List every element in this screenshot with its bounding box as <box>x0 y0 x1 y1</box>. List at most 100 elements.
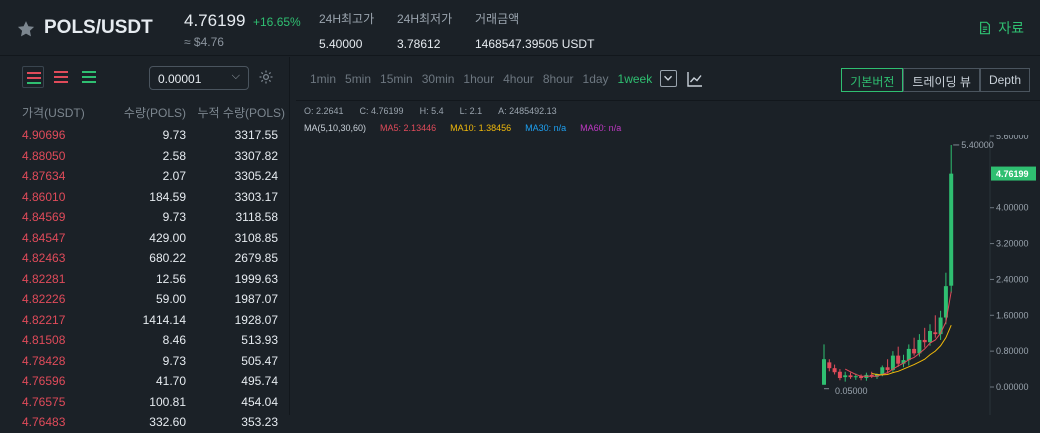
ask-price: 4.82463 <box>22 251 66 265</box>
y-tick-label: 2.40000 <box>996 274 1029 284</box>
stat-volume: 거래금액 1468547.39505 USDT <box>475 10 594 51</box>
gear-icon[interactable] <box>258 69 274 85</box>
interval-tab-1hour[interactable]: 1hour <box>463 72 494 86</box>
ask-price: 4.87634 <box>22 169 66 183</box>
ask-qty: 9.73 <box>162 353 186 368</box>
ask-price: 4.76596 <box>22 374 66 388</box>
ask-price: 4.82217 <box>22 312 66 327</box>
ask-row[interactable]: 4.82463 680.22 2679.85 <box>0 248 290 269</box>
interval-tab-1day[interactable]: 1day <box>583 72 609 86</box>
interval-tab-1week[interactable]: 1week <box>618 72 653 86</box>
candle-body[interactable] <box>917 339 922 354</box>
ask-row[interactable]: 4.81508 8.46 513.93 <box>0 330 290 351</box>
candle-body[interactable] <box>827 362 832 369</box>
star-icon[interactable] <box>16 19 36 39</box>
ask-row[interactable]: 4.86010 184.59 3303.17 <box>0 187 290 208</box>
interval-tab-30min[interactable]: 30min <box>422 72 455 86</box>
ask-qty: 2.07 <box>162 169 186 183</box>
stat-label: 24H최고가 <box>319 12 375 26</box>
order-book-header: 가격(USDT) 수량(POLS) 누적 수량(POLS) <box>0 101 290 121</box>
ask-row[interactable]: 4.76596 41.70 495.74 <box>0 371 290 392</box>
ask-row[interactable]: 4.90696 9.73 3317.55 <box>0 125 290 146</box>
ask-row[interactable]: 4.82281 12.56 1999.63 <box>0 269 290 290</box>
last-price: 4.76199 <box>184 11 246 30</box>
candle-body[interactable] <box>896 355 901 364</box>
candle-body[interactable] <box>949 173 954 286</box>
candle-body[interactable] <box>912 348 917 354</box>
bid-bar <box>82 81 96 83</box>
ask-price: 4.84547 <box>22 230 66 245</box>
candle-body[interactable] <box>933 332 938 335</box>
y-tick-label: 5.60000 <box>996 135 1029 141</box>
y-tick-label: 3.20000 <box>996 239 1029 249</box>
ask-bar <box>27 77 41 79</box>
interval-tab-8hour[interactable]: 8hour <box>543 72 574 86</box>
ask-bar <box>54 81 68 83</box>
candle-body[interactable] <box>843 375 848 378</box>
stat-value: 1468547.39505 USDT <box>475 37 595 51</box>
candlestick-chart[interactable]: 5.60000 4.00000 3.20000 2.40000 1.60000 0.800… <box>296 135 1040 415</box>
ask-cum: 1987.07 <box>234 292 278 306</box>
ask-row[interactable]: 4.76575 100.81 454.04 <box>0 392 290 413</box>
ask-row[interactable]: 4.78428 9.73 505.47 <box>0 351 290 372</box>
bid-bar <box>82 71 96 73</box>
candle-body[interactable] <box>928 330 932 343</box>
ask-cum: 513.93 <box>241 333 278 347</box>
interval-tab-1min[interactable]: 1min <box>310 72 336 86</box>
ask-cum: 353.23 <box>241 415 278 429</box>
ask-row[interactable]: 4.82226 59.00 1987.07 <box>0 289 290 310</box>
ask-row[interactable]: 4.88050 2.58 3307.82 <box>0 146 290 167</box>
ask-row[interactable]: 4.87634 2.07 3305.24 <box>0 166 290 187</box>
candle-body[interactable] <box>837 371 842 379</box>
ask-cum: 1999.63 <box>234 271 278 286</box>
book-mode-asks-button[interactable] <box>50 66 72 88</box>
ask-price: 4.81508 <box>22 333 66 347</box>
candle-body[interactable] <box>885 367 890 370</box>
ask-cum: 2679.85 <box>234 251 278 265</box>
col-qty-header: 수량(POLS) <box>123 106 186 120</box>
view-depth-tab[interactable]: Depth <box>979 68 1030 92</box>
y-tick-label: 4.00000 <box>996 203 1029 213</box>
interval-tab-5min[interactable]: 5min <box>345 72 371 86</box>
candle-body[interactable] <box>906 348 911 361</box>
candle-body[interactable] <box>848 375 853 378</box>
book-mode-bids-button[interactable] <box>78 66 100 88</box>
candle-body[interactable] <box>922 339 927 343</box>
order-book: 0.00001 ⌵ 가격(USDT) 수량(POLS) 누적 수량(POLS) … <box>0 57 290 429</box>
ohlc-low: L: 2.1 <box>459 106 483 116</box>
indicator-button[interactable] <box>686 70 704 88</box>
docs-link[interactable]: 자료 <box>978 18 1024 38</box>
col-cum-header: 누적 수량(POLS) <box>197 106 285 120</box>
view-tradingview-tab[interactable]: 트레이딩 뷰 <box>903 68 980 92</box>
candle-body[interactable] <box>822 359 826 385</box>
ma-label: MA(5,10,30,60) <box>304 123 367 133</box>
stat-label: 거래금액 <box>475 12 520 26</box>
ask-row[interactable]: 4.76483 332.60 353.23 <box>0 412 290 433</box>
book-mode-both-button[interactable] <box>22 66 44 88</box>
interval-dropdown-button[interactable] <box>660 70 677 87</box>
interval-tab-15min[interactable]: 15min <box>380 72 413 86</box>
ask-cum: 1928.07 <box>234 312 278 327</box>
candle-body[interactable] <box>853 376 858 378</box>
order-book-toolbar: 0.00001 ⌵ <box>0 57 290 97</box>
stat-value: 3.78612 <box>397 37 441 51</box>
ask-row[interactable]: 4.84547 429.00 3108.85 <box>0 228 290 249</box>
ma5-value: MA5: 2.13446 <box>380 123 437 133</box>
ohlc-high: H: 5.4 <box>419 106 444 116</box>
ask-qty: 184.59 <box>149 189 186 204</box>
interval-tab-4hour[interactable]: 4hour <box>503 72 534 86</box>
candle-body[interactable] <box>832 368 837 373</box>
ask-row[interactable]: 4.82217 1414.14 1928.07 <box>0 310 290 331</box>
y-tick-label: 1.60000 <box>996 310 1029 320</box>
view-basic-tab[interactable]: 기본버전 <box>841 68 904 92</box>
ask-list: 4.90696 9.73 3317.55 4.88050 2.58 3307.82 4.87… <box>0 125 290 433</box>
ohlc-readout: O: 2.2641 C: 4.76199 H: 5.4 L: 2.1 A: 24… <box>304 106 557 116</box>
min-price-label: 0.05000 <box>835 386 868 396</box>
candle-body[interactable] <box>938 317 943 335</box>
stat-value: 5.40000 <box>319 37 363 51</box>
ask-bar <box>27 72 41 74</box>
candle-body[interactable] <box>880 367 885 375</box>
ask-row[interactable]: 4.84569 9.73 3118.58 <box>0 207 290 228</box>
chevron-down-icon <box>664 75 673 81</box>
precision-select[interactable]: 0.00001 ⌵ <box>149 66 249 90</box>
